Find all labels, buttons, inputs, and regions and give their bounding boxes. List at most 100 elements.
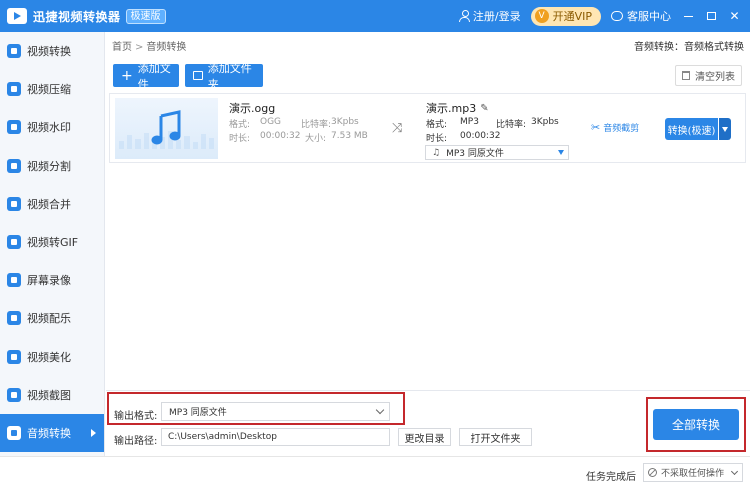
clear-list-label: 清空列表 [695, 72, 735, 83]
add-folder-button[interactable]: 添加文件夹 [185, 62, 263, 91]
close-button[interactable]: ✕ [727, 9, 742, 24]
video-music-icon [7, 311, 21, 326]
music-note-icon [151, 110, 181, 145]
video-screenshot-icon [7, 387, 21, 402]
minimize-icon [684, 15, 693, 17]
minimize-button[interactable] [681, 9, 696, 24]
music-note-small-icon: ♫ [432, 147, 441, 158]
add-file-label: 添加文件 [137, 61, 171, 91]
sidebar-item-label: 视频转换 [27, 45, 71, 59]
sidebar-item-label: 视频压缩 [27, 83, 71, 97]
maximize-icon [707, 12, 716, 20]
change-directory-button[interactable]: 更改目录 [398, 428, 451, 446]
sidebar-item-label: 视频分割 [27, 159, 71, 173]
breadcrumb-home[interactable]: 首页 [112, 42, 132, 53]
status-bar [0, 456, 750, 489]
sidebar-item-video-screenshot[interactable]: 视频截图 [0, 376, 104, 414]
source-format-value: OGG [260, 117, 282, 127]
clear-list-button[interactable]: 清空列表 [675, 65, 742, 86]
sidebar-item-screen-record[interactable]: 屏幕录像 [0, 261, 104, 299]
sidebar-item-video-compress[interactable]: 视频压缩 [0, 70, 104, 108]
sidebar-item-video-beautify[interactable]: 视频美化 [0, 338, 104, 376]
video-beautify-icon [7, 349, 21, 364]
login-link[interactable]: 注册/登录 [458, 8, 521, 24]
video-convert-icon [7, 44, 21, 59]
sidebar-item-video-music[interactable]: 视频配乐 [0, 299, 104, 337]
sidebar-item-label: 视频美化 [27, 350, 71, 364]
target-format-value: MP3 [460, 117, 479, 127]
sidebar-item-video-gif[interactable]: 视频转GIF [0, 223, 104, 261]
sidebar-item-label: 视频配乐 [27, 312, 71, 326]
target-duration-value: 00:00:32 [460, 131, 501, 141]
convert-all-button[interactable]: 全部转换 [653, 409, 739, 440]
target-bitrate-label: 比特率: [496, 120, 527, 130]
service-label: 客服中心 [627, 10, 671, 23]
service-center-link[interactable]: 客服中心 [611, 8, 671, 24]
trash-icon [682, 71, 690, 80]
output-path-label: 输出路径: [114, 436, 158, 447]
sidebar-item-label: 视频合并 [27, 197, 71, 211]
sidebar-item-label: 屏幕录像 [27, 274, 71, 288]
video-gif-icon [7, 235, 21, 250]
breadcrumb: 首页 > 音频转换 [112, 38, 186, 53]
vip-icon: V [534, 9, 549, 23]
current-mode-label: 音频转换：音频格式转换 [634, 42, 744, 53]
target-file-name[interactable]: 演示.mp3 ✎ [426, 100, 489, 116]
user-icon [458, 10, 470, 22]
sidebar-item-video-merge[interactable]: 视频合并 [0, 185, 104, 223]
title-bar: 迅捷视频转换器 极速版 注册/登录 V 开通VIP 客服中心 ✕ [0, 0, 750, 32]
maximize-button[interactable] [704, 9, 719, 24]
sidebar-item-label: 视频转GIF [27, 236, 79, 250]
chevron-right-icon [91, 428, 96, 437]
after-task-select[interactable]: 不采取任何操作 [643, 463, 743, 482]
audio-convert-icon [7, 425, 21, 440]
convert-button[interactable]: 转换(极速) [665, 118, 718, 140]
dropdown-arrow-icon [558, 150, 564, 155]
scissors-icon: ✂ [591, 121, 601, 134]
sidebar-item-audio-convert[interactable]: 音频转换 [0, 413, 104, 453]
video-split-icon [7, 158, 21, 173]
breadcrumb-current: 音频转换 [146, 42, 187, 53]
target-file-name-text: 演示.mp3 [426, 102, 477, 115]
sidebar-item-video-watermark[interactable]: 视频水印 [0, 108, 104, 146]
open-folder-button[interactable]: 打开文件夹 [459, 428, 532, 446]
convert-options-dropdown[interactable] [719, 118, 731, 140]
target-format-select-value: MP3 同原文件 [446, 149, 504, 159]
sidebar-item-label: 音频转换 [27, 426, 71, 440]
audio-cut-label: 音频截剪 [603, 124, 640, 134]
chevron-down-icon [722, 126, 728, 132]
add-folder-label: 添加文件夹 [207, 61, 252, 91]
sidebar-item-video-convert[interactable]: 视频转换 [0, 32, 104, 70]
chevron-down-icon [730, 467, 739, 475]
ban-icon [648, 468, 657, 477]
video-merge-icon [7, 196, 21, 211]
edition-badge: 极速版 [125, 8, 166, 24]
after-task-value: 不采取任何操作 [661, 469, 725, 479]
sidebar: 视频转换 视频压缩 视频水印 视频分割 视频合并 视频转GIF 屏幕录像 视频配… [0, 32, 105, 456]
video-watermark-icon [7, 120, 21, 135]
audio-thumbnail [115, 98, 218, 159]
app-title: 迅捷视频转换器 [33, 9, 121, 24]
source-format-label: 格式: [229, 120, 251, 130]
sidebar-item-label: 视频水印 [27, 121, 71, 135]
chat-icon [611, 11, 623, 21]
sidebar-item-video-split[interactable]: 视频分割 [0, 147, 104, 185]
sidebar-item-label: 视频截图 [27, 388, 71, 402]
video-compress-icon [7, 82, 21, 97]
app-logo-icon [7, 8, 27, 24]
open-vip-button[interactable]: V 开通VIP [530, 6, 601, 26]
highlight-box-output-format [107, 392, 405, 425]
target-format-select[interactable]: ♫ MP3 同原文件 [425, 145, 569, 160]
output-path-field[interactable]: C:\Users\admin\Desktop [161, 428, 390, 446]
login-label: 注册/登录 [472, 10, 521, 23]
target-format-label: 格式: [426, 120, 448, 130]
audio-cut-button[interactable]: ✂ 音频截剪 [591, 121, 639, 134]
target-bitrate-value: 3Kpbs [531, 117, 559, 127]
source-duration-value: 00:00:32 [260, 131, 301, 141]
breadcrumb-separator: > [135, 42, 144, 53]
source-size-label: 大小: [305, 134, 327, 144]
source-bitrate-label: 比特率: [301, 120, 332, 130]
source-duration-label: 时长: [229, 134, 251, 144]
add-file-button[interactable]: + 添加文件 [113, 62, 179, 91]
pencil-icon[interactable]: ✎ [480, 103, 488, 114]
